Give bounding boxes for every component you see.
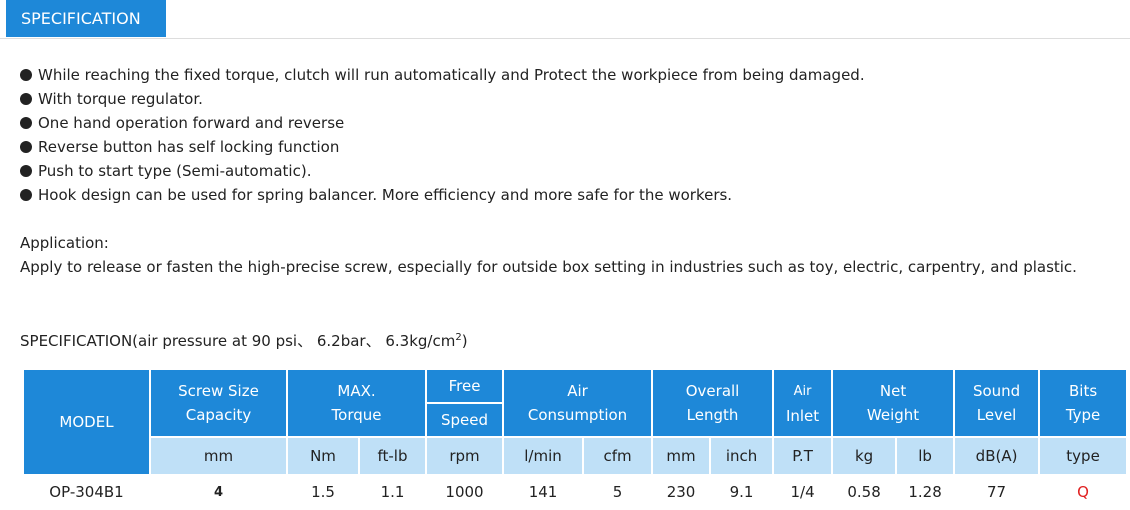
spec-table: MODEL Screw Size Capacity MAX. Torque Free… <box>22 368 1129 510</box>
unit-cell: dB(A) <box>953 436 1041 476</box>
spec-title-text: SPECIFICATION(air pressure at 90 psi、 6.… <box>20 332 456 350</box>
cell-value: 5 <box>582 474 654 510</box>
header-line: Sound <box>972 382 1021 400</box>
header-line: Length <box>686 406 739 424</box>
unit-cell: kg <box>831 436 898 476</box>
feature-text: With torque regulator. <box>38 90 203 108</box>
header-line: Air <box>793 384 812 399</box>
list-item: Hook design can be used for spring balan… <box>20 183 865 207</box>
table-row: OP-304B1 4 1.5 1.1 1000 141 5 230 9.1 1/… <box>22 474 1129 510</box>
header-speed: Speed <box>425 402 505 438</box>
unit-cell: mm <box>149 436 288 476</box>
header-line: Level <box>976 406 1017 424</box>
cell-value: 77 <box>953 474 1041 510</box>
cell-bits-type: Q <box>1038 474 1129 510</box>
unit-cell: cfm <box>582 436 654 476</box>
header-max-torque: MAX. Torque <box>285 368 428 438</box>
spec-title: SPECIFICATION(air pressure at 90 psi、 6.… <box>20 326 468 353</box>
spec-title-suffix: ) <box>461 332 468 350</box>
unit-cell: ft-lb <box>357 436 428 476</box>
unit-cell: Nm <box>286 436 360 476</box>
header-line: Type <box>1065 406 1101 424</box>
cell-value: 1.5 <box>286 474 360 510</box>
list-item: With torque regulator. <box>20 87 865 111</box>
list-item: One hand operation forward and reverse <box>20 111 865 135</box>
header-net-weight: Net Weight <box>831 368 956 438</box>
header-screw-size: Screw Size Capacity <box>149 368 288 438</box>
list-item: While reaching the fixed torque, clutch … <box>20 63 865 87</box>
feature-text: Hook design can be used for spring balan… <box>38 186 733 204</box>
header-line: Overall <box>685 382 740 400</box>
cell-value: 1.1 <box>357 474 428 510</box>
feature-list: While reaching the fixed torque, clutch … <box>20 63 865 207</box>
list-item: Reverse button has self locking function <box>20 135 865 159</box>
header-model: MODEL <box>22 368 151 476</box>
list-item: Push to start type (Semi-automatic). <box>20 159 865 183</box>
unit-cell: lb <box>895 436 956 476</box>
cell-value: 0.58 <box>831 474 898 510</box>
header-line: Torque <box>331 406 382 424</box>
header-overall-length: Overall Length <box>651 368 775 438</box>
tab-specification[interactable]: SPECIFICATION <box>6 0 166 37</box>
header-line: Consumption <box>527 406 628 424</box>
cell-value: 1.28 <box>895 474 956 510</box>
cell-value: 9.1 <box>709 474 775 510</box>
tab-bar: SPECIFICATION <box>0 0 1130 39</box>
header-free: Free <box>425 368 505 404</box>
unit-cell: l/min <box>502 436 585 476</box>
cell-value: 1/4 <box>772 474 834 510</box>
header-line: Weight <box>866 406 920 424</box>
bullet-icon <box>20 189 32 201</box>
header-line: Net <box>879 382 907 400</box>
header-line: Inlet <box>785 407 820 425</box>
feature-text: While reaching the fixed torque, clutch … <box>38 66 865 84</box>
header-line: Screw Size <box>178 382 259 400</box>
header-line: MAX. <box>337 382 376 400</box>
bullet-icon <box>20 141 32 153</box>
cell-value: 230 <box>651 474 712 510</box>
cell-model: OP-304B1 <box>22 474 151 510</box>
unit-cell: P.T <box>772 436 834 476</box>
unit-cell: rpm <box>425 436 505 476</box>
unit-cell: mm <box>651 436 712 476</box>
application-text: Apply to release or fasten the high-prec… <box>20 258 1077 276</box>
header-air-inlet: Air Inlet <box>772 368 834 438</box>
header-line: Capacity <box>185 406 252 424</box>
feature-text: One hand operation forward and reverse <box>38 114 345 132</box>
header-line: Bits <box>1068 382 1098 400</box>
cell-value: 141 <box>502 474 585 510</box>
unit-cell: type <box>1038 436 1129 476</box>
bullet-icon <box>20 165 32 177</box>
header-bits-type: Bits Type <box>1038 368 1129 438</box>
feature-text: Reverse button has self locking function <box>38 138 340 156</box>
cell-value: 1000 <box>425 474 505 510</box>
cell-value: 4 <box>149 474 288 510</box>
bullet-icon <box>20 69 32 81</box>
header-line: Air <box>567 382 588 400</box>
bullet-icon <box>20 93 32 105</box>
bullet-icon <box>20 117 32 129</box>
application-heading: Application: <box>20 234 109 252</box>
feature-text: Push to start type (Semi-automatic). <box>38 162 312 180</box>
header-air-consumption: Air Consumption <box>502 368 654 438</box>
application-section: Application: Apply to release or fasten … <box>20 231 1077 279</box>
header-sound-level: Sound Level <box>953 368 1041 438</box>
unit-cell: inch <box>709 436 775 476</box>
